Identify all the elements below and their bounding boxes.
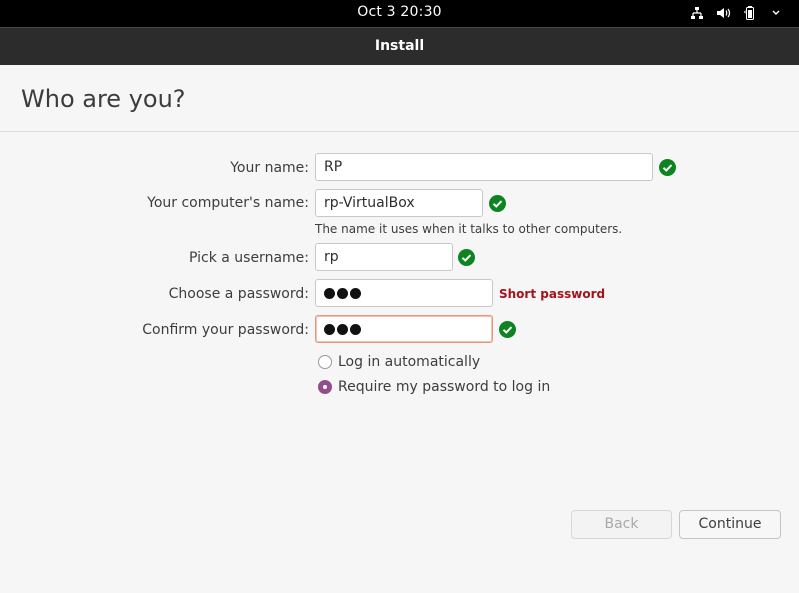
- system-menu-chevron-down-icon[interactable]: [771, 8, 781, 18]
- require-password-option[interactable]: Require my password to log in: [318, 379, 550, 395]
- window-title: Install: [374, 38, 425, 54]
- login-automatically-option[interactable]: Log in automatically: [318, 354, 480, 370]
- confirm-password-mask: [324, 324, 484, 335]
- computer-name-hint: The name it uses when it talks to other …: [315, 222, 623, 236]
- password-strength-warning: Short password: [499, 287, 606, 301]
- password-input[interactable]: [315, 279, 493, 307]
- page-title: Who are you?: [21, 85, 186, 113]
- require-password-radio[interactable]: [318, 380, 332, 394]
- computer-name-valid-check-icon: [489, 195, 506, 212]
- system-top-bar: Oct 3 20:30: [0, 0, 799, 27]
- confirm-password-label: Confirm your password:: [142, 322, 309, 338]
- name-input[interactable]: RP: [315, 153, 653, 181]
- computer-name-input[interactable]: rp-VirtualBox: [315, 189, 483, 217]
- require-password-label[interactable]: Require my password to log in: [338, 379, 550, 395]
- volume-icon[interactable]: [716, 6, 731, 20]
- login-automatically-radio[interactable]: [318, 355, 332, 369]
- name-valid-check-icon: [659, 159, 676, 176]
- network-icon[interactable]: [690, 6, 704, 20]
- confirm-password-input[interactable]: [315, 315, 493, 343]
- username-input[interactable]: rp: [315, 243, 453, 271]
- name-label: Your name:: [230, 160, 309, 176]
- computer-name-label: Your computer's name:: [147, 195, 309, 211]
- continue-button[interactable]: Continue: [679, 510, 781, 539]
- divider: [0, 131, 799, 132]
- back-button[interactable]: Back: [571, 510, 672, 539]
- username-valid-check-icon: [458, 249, 475, 266]
- window-titlebar[interactable]: Install: [0, 27, 799, 65]
- login-automatically-label[interactable]: Log in automatically: [338, 354, 480, 370]
- password-mask: [324, 288, 484, 299]
- username-label: Pick a username:: [188, 250, 309, 266]
- system-tray[interactable]: [690, 5, 781, 21]
- battery-icon[interactable]: [743, 5, 759, 21]
- clock[interactable]: Oct 3 20:30: [0, 4, 799, 20]
- password-label: Choose a password:: [168, 286, 309, 302]
- confirm-password-valid-check-icon: [499, 321, 516, 338]
